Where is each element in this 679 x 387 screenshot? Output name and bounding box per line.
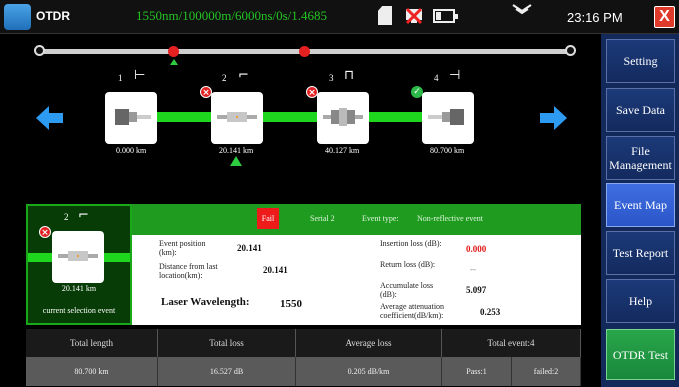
selected-event-panel: 2 ⌐ × 20.141 km current selection event xyxy=(26,204,132,325)
clock: 23:16 PM xyxy=(567,10,623,25)
summary-pass-count: Pass:1 xyxy=(442,357,512,386)
avg-attenuation-value: 0.253 xyxy=(480,307,501,317)
help-button[interactable]: Help xyxy=(606,279,675,323)
event-nonreflective-symbol-icon: ⌐ xyxy=(238,68,249,83)
event-detail-header xyxy=(132,204,581,235)
event-type-value: Non-reflective event xyxy=(417,214,483,223)
event-reflective-symbol-icon: ⊓ xyxy=(344,68,355,83)
overview-start-node xyxy=(34,45,45,56)
result-fail-tag: Fail xyxy=(257,208,279,229)
serial-label: Serial 2 xyxy=(310,214,335,223)
test-report-button[interactable]: Test Report xyxy=(606,231,675,275)
connector-end-icon xyxy=(115,109,151,125)
event-card-4[interactable] xyxy=(422,92,474,144)
previous-event-arrow-icon[interactable] xyxy=(36,104,64,132)
accumulate-loss-label: Accumulate loss (dB): xyxy=(380,281,434,299)
distance-label: Distance from last location(km): xyxy=(159,262,218,280)
fail-badge-icon: × xyxy=(39,226,51,238)
selected-event-symbol-icon: ⌐ xyxy=(78,208,89,223)
usb-disconnected-icon xyxy=(405,7,423,25)
summary-header-total-loss: Total loss xyxy=(158,329,296,357)
summary-header-total-length: Total length xyxy=(26,329,158,357)
otdr-app-icon[interactable] xyxy=(4,4,31,30)
selected-event-indicator-icon xyxy=(230,156,242,166)
event-number: 2 xyxy=(222,73,227,83)
next-event-arrow-icon[interactable] xyxy=(539,104,567,132)
event-position-label: Event position (km): xyxy=(159,239,206,257)
overview-selection-indicator xyxy=(170,59,178,65)
insertion-loss-value: 0.000 xyxy=(466,244,487,254)
laser-wavelength-value: 1550 xyxy=(280,298,302,310)
event-card-3[interactable] xyxy=(317,92,369,144)
event-distance: 40.127 km xyxy=(325,146,360,155)
event-distance: 80.700 km xyxy=(430,146,465,155)
avg-attenuation-label: Average attenuation coefficient(dB/km): xyxy=(380,302,445,320)
event-type-label: Event type: xyxy=(362,214,399,223)
selected-event-card xyxy=(52,231,104,283)
event-card-1[interactable] xyxy=(105,92,157,144)
event-number: 4 xyxy=(434,73,439,83)
summary-header-total-event: Total event:4 xyxy=(442,329,581,357)
laser-wavelength-label: Laser Wavelength: xyxy=(161,296,250,308)
battery-icon xyxy=(433,9,458,23)
selected-event-caption: current selection event xyxy=(42,306,116,315)
adapter-icon xyxy=(323,108,363,126)
summary-header-average-loss: Average loss xyxy=(296,329,442,357)
return-loss-label: Return loss (dB): xyxy=(380,260,436,269)
overview-event-marker[interactable] xyxy=(168,46,179,57)
setting-button[interactable]: Setting xyxy=(606,39,675,83)
summary-total-loss: 16.527 dB xyxy=(158,357,296,386)
event-number: 3 xyxy=(329,73,334,83)
accumulate-loss-value: 5.097 xyxy=(466,285,487,295)
distance-value: 20.141 xyxy=(263,265,288,275)
event-end-symbol-icon: ⊣ xyxy=(449,68,461,83)
event-distance: 0.000 km xyxy=(116,146,147,155)
selected-event-distance: 20.141 km xyxy=(61,284,97,293)
fiber-link-line xyxy=(120,112,472,122)
save-data-button[interactable]: Save Data xyxy=(606,88,675,132)
event-distance: 20.141 km xyxy=(219,146,254,155)
otdr-test-button[interactable]: OTDR Test xyxy=(606,329,675,380)
wifi-icon xyxy=(512,4,532,15)
event-position-value: 20.141 xyxy=(237,243,262,253)
event-card-2[interactable] xyxy=(211,92,263,144)
overview-end-node xyxy=(565,45,576,56)
event-map-button[interactable]: Event Map xyxy=(606,183,675,227)
connector-end-icon xyxy=(428,109,464,125)
summary-average-loss: 0.205 dB/km xyxy=(296,357,442,386)
event-number: 1 xyxy=(118,73,123,83)
insertion-loss-label: Insertion loss (dB): xyxy=(380,239,442,248)
event-start-symbol-icon: ⊢ xyxy=(134,68,146,83)
file-management-button[interactable]: File Management xyxy=(606,136,675,180)
sd-card-icon xyxy=(378,6,392,25)
test-parameters: 1550nm/100000m/6000ns/0s/1.4685 xyxy=(136,8,328,23)
splice-icon xyxy=(217,112,257,122)
splice-icon xyxy=(58,251,98,261)
app-title: OTDR xyxy=(36,9,70,23)
summary-total-length: 80.700 km xyxy=(26,357,158,386)
return-loss-value: -- xyxy=(470,264,476,274)
status-bar: OTDR 1550nm/100000m/6000ns/0s/1.4685 23:… xyxy=(0,0,679,34)
overview-event-marker[interactable] xyxy=(299,46,310,57)
close-button[interactable]: X xyxy=(654,6,675,28)
selected-event-number: 2 xyxy=(64,212,69,222)
summary-failed-count: failed:2 xyxy=(512,357,581,386)
